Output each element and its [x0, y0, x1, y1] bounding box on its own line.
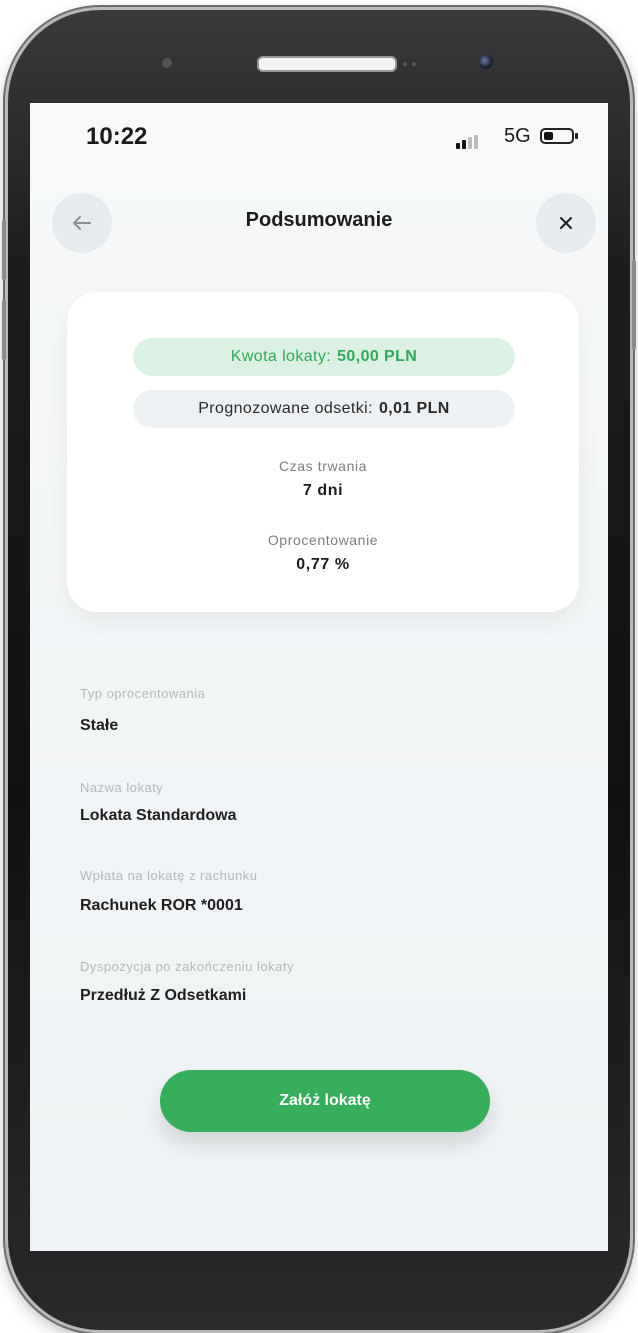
rate-label: Oprocentowanie: [267, 532, 379, 548]
network-type: 5G: [504, 125, 531, 147]
detail-value: Lokata Standardowa: [80, 807, 237, 824]
interest-label: Prognozowane odsetki:: [198, 400, 373, 417]
detail-value: Rachunek ROR *0001: [80, 897, 243, 914]
signal-strength-icon: [456, 135, 480, 149]
rate-value: 0,77 %: [296, 556, 350, 573]
phone-side-button: [2, 300, 6, 360]
duration-label: Czas trwania: [278, 458, 368, 474]
front-camera: [479, 55, 493, 69]
earpiece-speaker: [257, 56, 397, 72]
amount-pill: Kwota lokaty: 50,00 PLN: [133, 338, 515, 376]
detail-label: Dyspozycja po zakończeniu lokaty: [80, 959, 294, 974]
status-time: 10:22: [86, 123, 148, 150]
detail-label: Nazwa lokaty: [80, 780, 164, 795]
page-title: Podsumowanie: [245, 209, 393, 231]
interest-value: 0,01 PLN: [378, 400, 450, 417]
app-screen: 10:22 5G Podsumowanie Kwota lokaty: 50,0: [30, 103, 608, 1251]
close-button[interactable]: [536, 193, 596, 253]
amount-label: Kwota lokaty:: [230, 348, 332, 365]
phone-side-button: [2, 220, 6, 280]
header: Podsumowanie: [30, 193, 608, 257]
summary-card: Kwota lokaty: 50,00 PLN Prognozowane ods…: [67, 292, 579, 612]
detail-label: Typ oprocentowania: [80, 686, 206, 701]
phone-power-button: [632, 260, 636, 350]
open-deposit-button[interactable]: Załóż lokatę: [160, 1070, 490, 1132]
close-icon: [560, 217, 572, 229]
interest-pill: Prognozowane odsetki: 0,01 PLN: [133, 390, 515, 428]
amount-value: 50,00 PLN: [337, 348, 418, 365]
detail-value: Stałe: [80, 717, 119, 734]
detail-label: Wpłata na lokatę z rachunku: [80, 868, 258, 883]
speaker-dots: ●●: [402, 59, 421, 70]
detail-value: Przedłuż Z Odsetkami: [80, 987, 247, 1004]
duration-value: 7 dni: [302, 482, 344, 499]
proximity-sensor: [162, 58, 172, 68]
battery-icon: [540, 128, 578, 144]
status-bar: 10:22 5G: [30, 103, 608, 173]
